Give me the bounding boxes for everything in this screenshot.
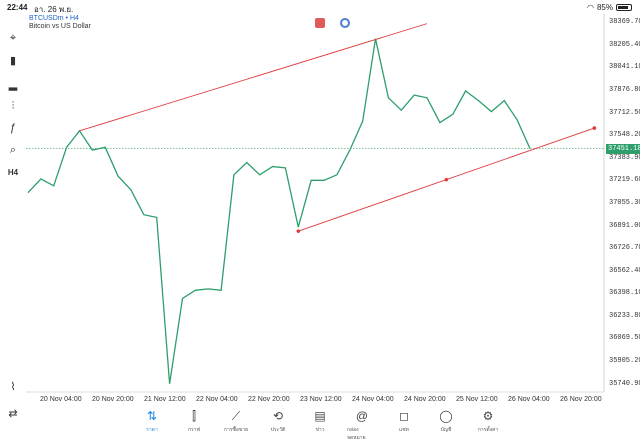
time-tick-label: 23 Nov 12:00 — [300, 396, 342, 403]
nav-trade-label: การซื้อขาย — [223, 427, 249, 433]
time-tick-label: 24 Nov 04:00 — [352, 396, 394, 403]
nav-history-icon: ⟲ — [272, 409, 284, 423]
time-axis: 20 Nov 04:00 20 Nov 20:00 21 Nov 12:00 22 N… — [26, 396, 604, 406]
nav-mailbox[interactable]: @ กล่องจดหมาย — [347, 406, 377, 447]
symbol-header[interactable]: BTCUSDm • H4 Bitcoin vs US Dollar — [29, 15, 91, 30]
nav-quotes-icon: ⇅ — [146, 409, 158, 423]
time-tick-label: 26 Nov 20:00 — [560, 396, 602, 403]
nav-news-icon: ▤ — [314, 409, 326, 423]
nav-history-label: ประวัติ — [270, 427, 286, 433]
price-chart[interactable] — [0, 0, 640, 447]
time-tick-label: 24 Nov 20:00 — [404, 396, 446, 403]
trendline-handle[interactable] — [296, 229, 301, 233]
time-tick-label: 21 Nov 12:00 — [144, 396, 186, 403]
time-tick-label: 20 Nov 04:00 — [40, 396, 82, 403]
price-tick-label: 37219.60 — [609, 176, 640, 185]
symbol-subtitle: Bitcoin vs US Dollar — [29, 23, 91, 30]
nav-settings-label: การตั้งค่า — [477, 427, 499, 433]
price-line-series — [27, 38, 531, 384]
price-tick-label: 37383.90 — [609, 153, 640, 162]
nav-chat-icon: ◻ — [399, 409, 409, 423]
price-tick-label: 37548.20 — [609, 131, 640, 140]
nav-mailbox-label: กล่องจดหมาย — [347, 427, 366, 441]
trendline-1[interactable] — [79, 23, 428, 132]
time-tick-label: 25 Nov 12:00 — [456, 396, 498, 403]
nav-chart[interactable]: ⫿ กราฟ — [179, 406, 209, 447]
nav-chat[interactable]: ◻ แชท — [389, 406, 419, 447]
trendline-handle[interactable] — [444, 177, 449, 182]
price-tick-label: 36562.40 — [609, 266, 640, 275]
nav-news[interactable]: ▤ ข่าว — [305, 406, 335, 447]
price-axis: 38369.70 38205.40 38041.10 37876.80 37712.50… — [606, 0, 640, 410]
price-tick-label: 37712.50 — [609, 108, 640, 117]
price-tick-label: 35905.20 — [609, 357, 640, 366]
flag-icon[interactable] — [315, 18, 325, 28]
nav-quotes-label: ราคา — [146, 427, 158, 433]
nav-account[interactable]: ◯ บัญชี — [431, 406, 461, 447]
price-tick-label: 36726.70 — [609, 244, 640, 253]
nav-settings[interactable]: ⚙ การตั้งค่า — [473, 406, 503, 447]
nav-account-icon: ◯ — [439, 409, 453, 423]
price-tick-label: 38369.70 — [609, 18, 640, 27]
price-tick-label: 36069.50 — [609, 334, 640, 343]
trendline-handle[interactable] — [592, 126, 597, 130]
nav-history[interactable]: ⟲ ประวัติ — [263, 406, 293, 447]
price-tick-label: 38041.10 — [609, 63, 640, 72]
current-price-label: 37451.18 — [606, 143, 640, 154]
nav-trade-icon: ⟋ — [231, 409, 241, 423]
nav-quotes[interactable]: ⇅ ราคา — [137, 406, 167, 447]
nav-account-label: บัญชี — [440, 427, 452, 433]
price-tick-label: 35740.90 — [609, 379, 640, 388]
price-tick-label: 36398.10 — [609, 289, 640, 298]
time-tick-label: 22 Nov 04:00 — [196, 396, 238, 403]
time-tick-label: 26 Nov 04:00 — [508, 396, 550, 403]
one-click-trade-icon[interactable] — [340, 18, 350, 28]
price-tick-label: 37876.80 — [609, 86, 640, 95]
nav-mailbox-icon: @ — [355, 409, 369, 423]
nav-news-label: ข่าว — [315, 427, 325, 433]
nav-chart-label: กราฟ — [187, 427, 201, 433]
price-tick-label: 37055.30 — [609, 198, 640, 207]
bottom-nav: ⇅ ราคา ⫿ กราฟ ⟋ การซื้อขาย ⟲ ประวัติ ▤ ข่าว @ กล่อง… — [0, 406, 640, 447]
nav-trade[interactable]: ⟋ การซื้อขาย — [221, 406, 251, 447]
nav-settings-icon: ⚙ — [482, 409, 494, 423]
price-tick-label: 36891.00 — [609, 221, 640, 230]
price-tick-label: 36233.80 — [609, 311, 640, 320]
nav-chat-label: แชท — [399, 427, 409, 433]
time-tick-label: 20 Nov 20:00 — [92, 396, 134, 403]
price-tick-label: 38205.40 — [609, 40, 640, 49]
time-tick-label: 22 Nov 20:00 — [248, 396, 290, 403]
nav-chart-icon: ⫿ — [192, 409, 196, 423]
symbol-title: BTCUSDm • H4 — [29, 15, 79, 22]
